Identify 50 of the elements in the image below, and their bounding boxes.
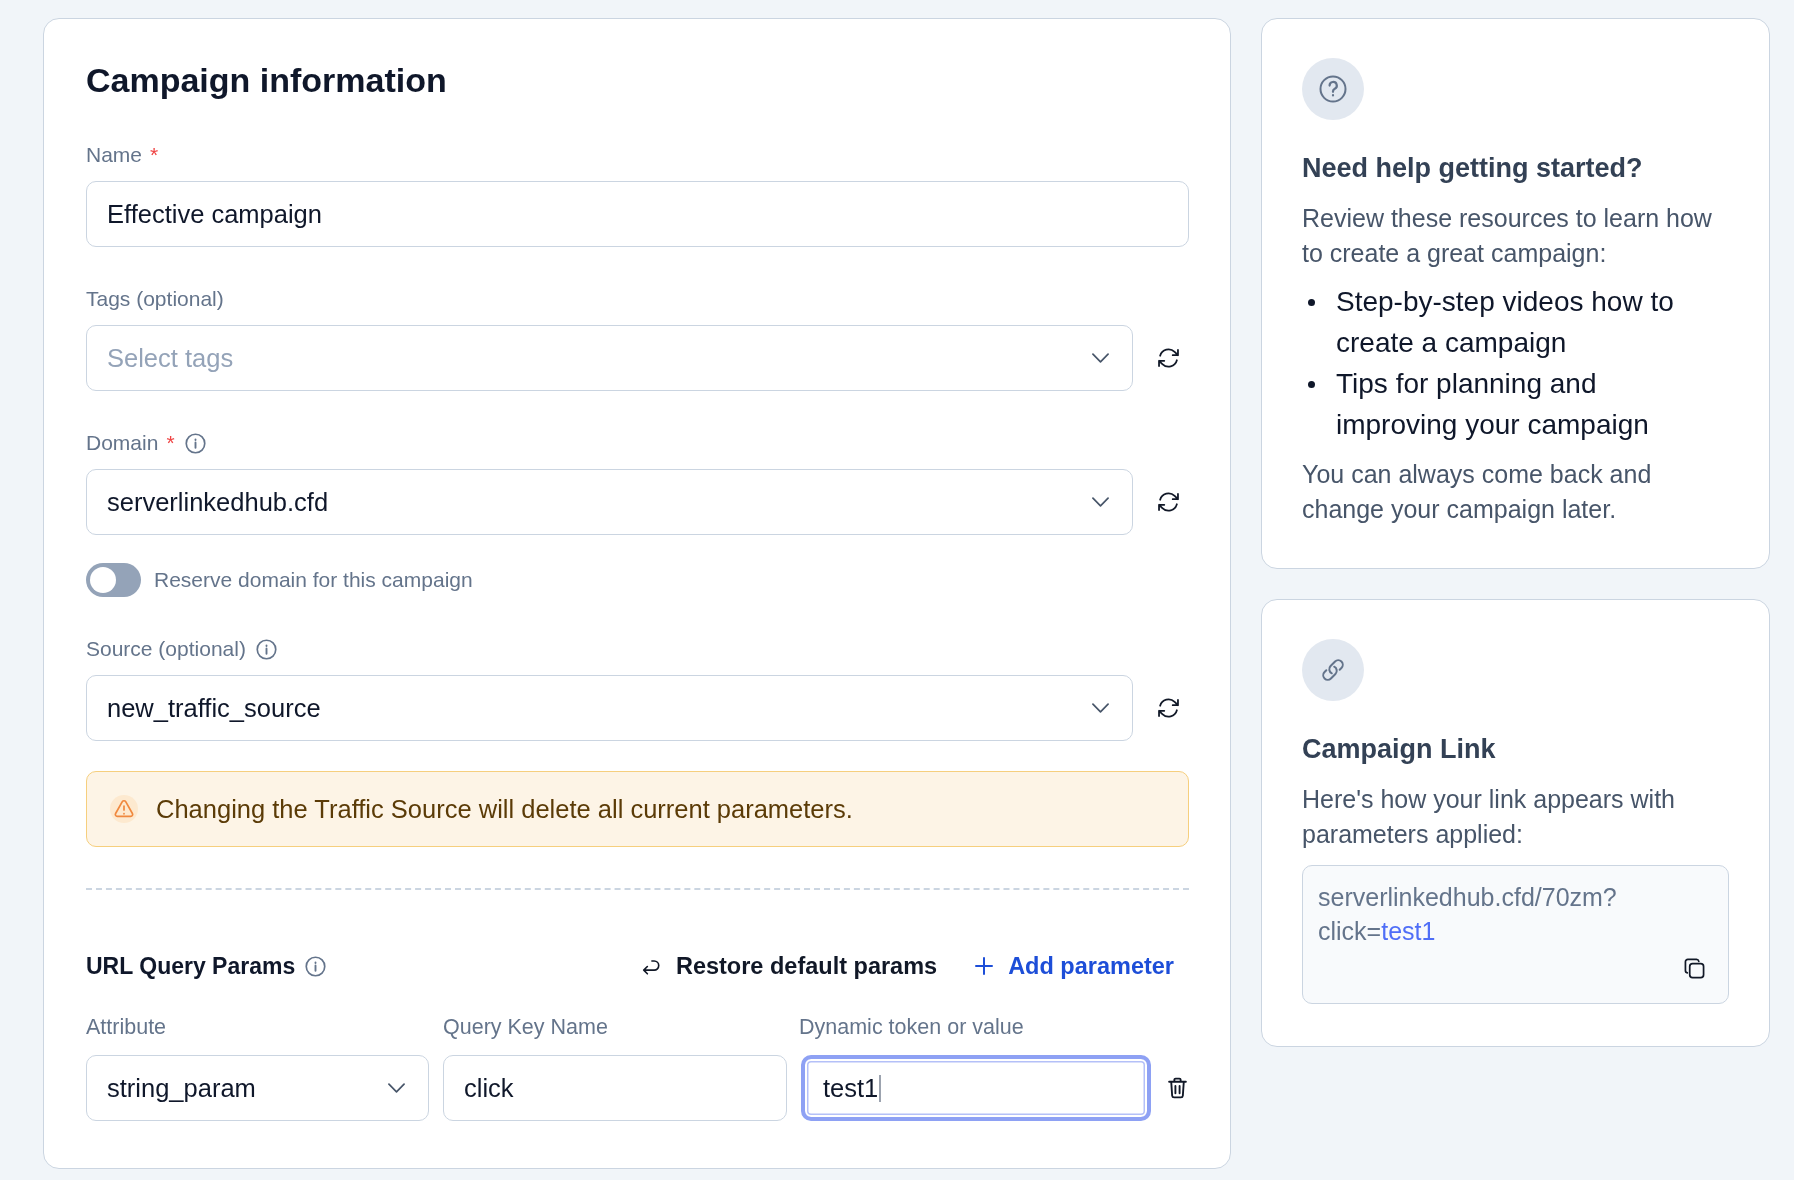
- column-label: Dynamic token or value: [799, 1014, 1025, 1041]
- link-icon: [1302, 639, 1364, 701]
- help-list-item: Tips for planning and improving your campaign: [1336, 367, 1650, 442]
- attribute-select[interactable]: string_param: [86, 1055, 429, 1121]
- bullet-icon: [1308, 381, 1315, 388]
- refresh-icon[interactable]: [1158, 348, 1179, 368]
- help-title: Need help getting started?: [1302, 152, 1644, 185]
- query-key-input[interactable]: click: [443, 1055, 787, 1121]
- add-parameter-button[interactable]: Add parameter: [975, 948, 1174, 984]
- info-icon[interactable]: [305, 955, 327, 977]
- section-title: URL Query Params: [86, 952, 296, 980]
- form-title: Campaign information: [86, 60, 448, 100]
- warning-icon: [110, 795, 138, 823]
- link-description-text: Here's how your link appears with parameters applied:: [1302, 784, 1676, 850]
- chevron-down-icon: [1092, 353, 1109, 363]
- chevron-down-icon: [388, 1083, 405, 1093]
- info-icon[interactable]: [255, 638, 277, 660]
- toggle-switch[interactable]: [86, 563, 141, 597]
- chevron-down-icon: [1092, 497, 1109, 507]
- value-input[interactable]: test1: [801, 1055, 1151, 1121]
- help-footer-text: You can always come back and change your campaign later.: [1302, 459, 1653, 525]
- campaign-link-text: serverlinkedhub.cfd/70zm? click=test1: [1318, 882, 1618, 947]
- bullet-icon: [1308, 299, 1315, 306]
- field-label: Tags (optional): [86, 286, 224, 312]
- return-arrow-icon: [640, 957, 661, 975]
- required-asterisk: *: [150, 142, 159, 168]
- field-label: Domain: [86, 430, 159, 456]
- field-label: Name: [86, 142, 143, 168]
- plus-icon: [975, 957, 994, 975]
- link-card-title: Campaign Link: [1302, 733, 1497, 766]
- text-cursor-icon: [879, 1074, 882, 1102]
- help-intro-text: Review these resources to learn how to create a great campaign:: [1302, 203, 1713, 269]
- warning-text: Changing the Traffic Source will delete all current parameters.: [156, 794, 853, 824]
- trash-icon[interactable]: [1167, 1077, 1187, 1099]
- column-label: Attribute: [86, 1014, 168, 1041]
- restore-defaults-button[interactable]: Restore default params: [640, 948, 938, 984]
- column-label: Query Key Name: [443, 1014, 609, 1041]
- refresh-icon[interactable]: [1158, 492, 1179, 512]
- info-icon[interactable]: [184, 432, 206, 454]
- refresh-icon[interactable]: [1158, 698, 1179, 718]
- select-dropdown[interactable]: serverlinkedhub.cfd: [86, 469, 1133, 535]
- chevron-down-icon: [1092, 703, 1109, 713]
- select-dropdown[interactable]: new_traffic_source: [86, 675, 1133, 741]
- copy-icon[interactable]: [1684, 958, 1705, 979]
- required-asterisk: *: [166, 430, 175, 456]
- help-list-item: Step-by-step videos how to create a campaign: [1336, 285, 1675, 360]
- text-input[interactable]: Effective campaign: [86, 181, 1189, 247]
- toggle-label: Reserve domain for this campaign: [154, 568, 473, 592]
- question-icon: [1302, 58, 1364, 120]
- field-label: Source (optional): [86, 636, 246, 662]
